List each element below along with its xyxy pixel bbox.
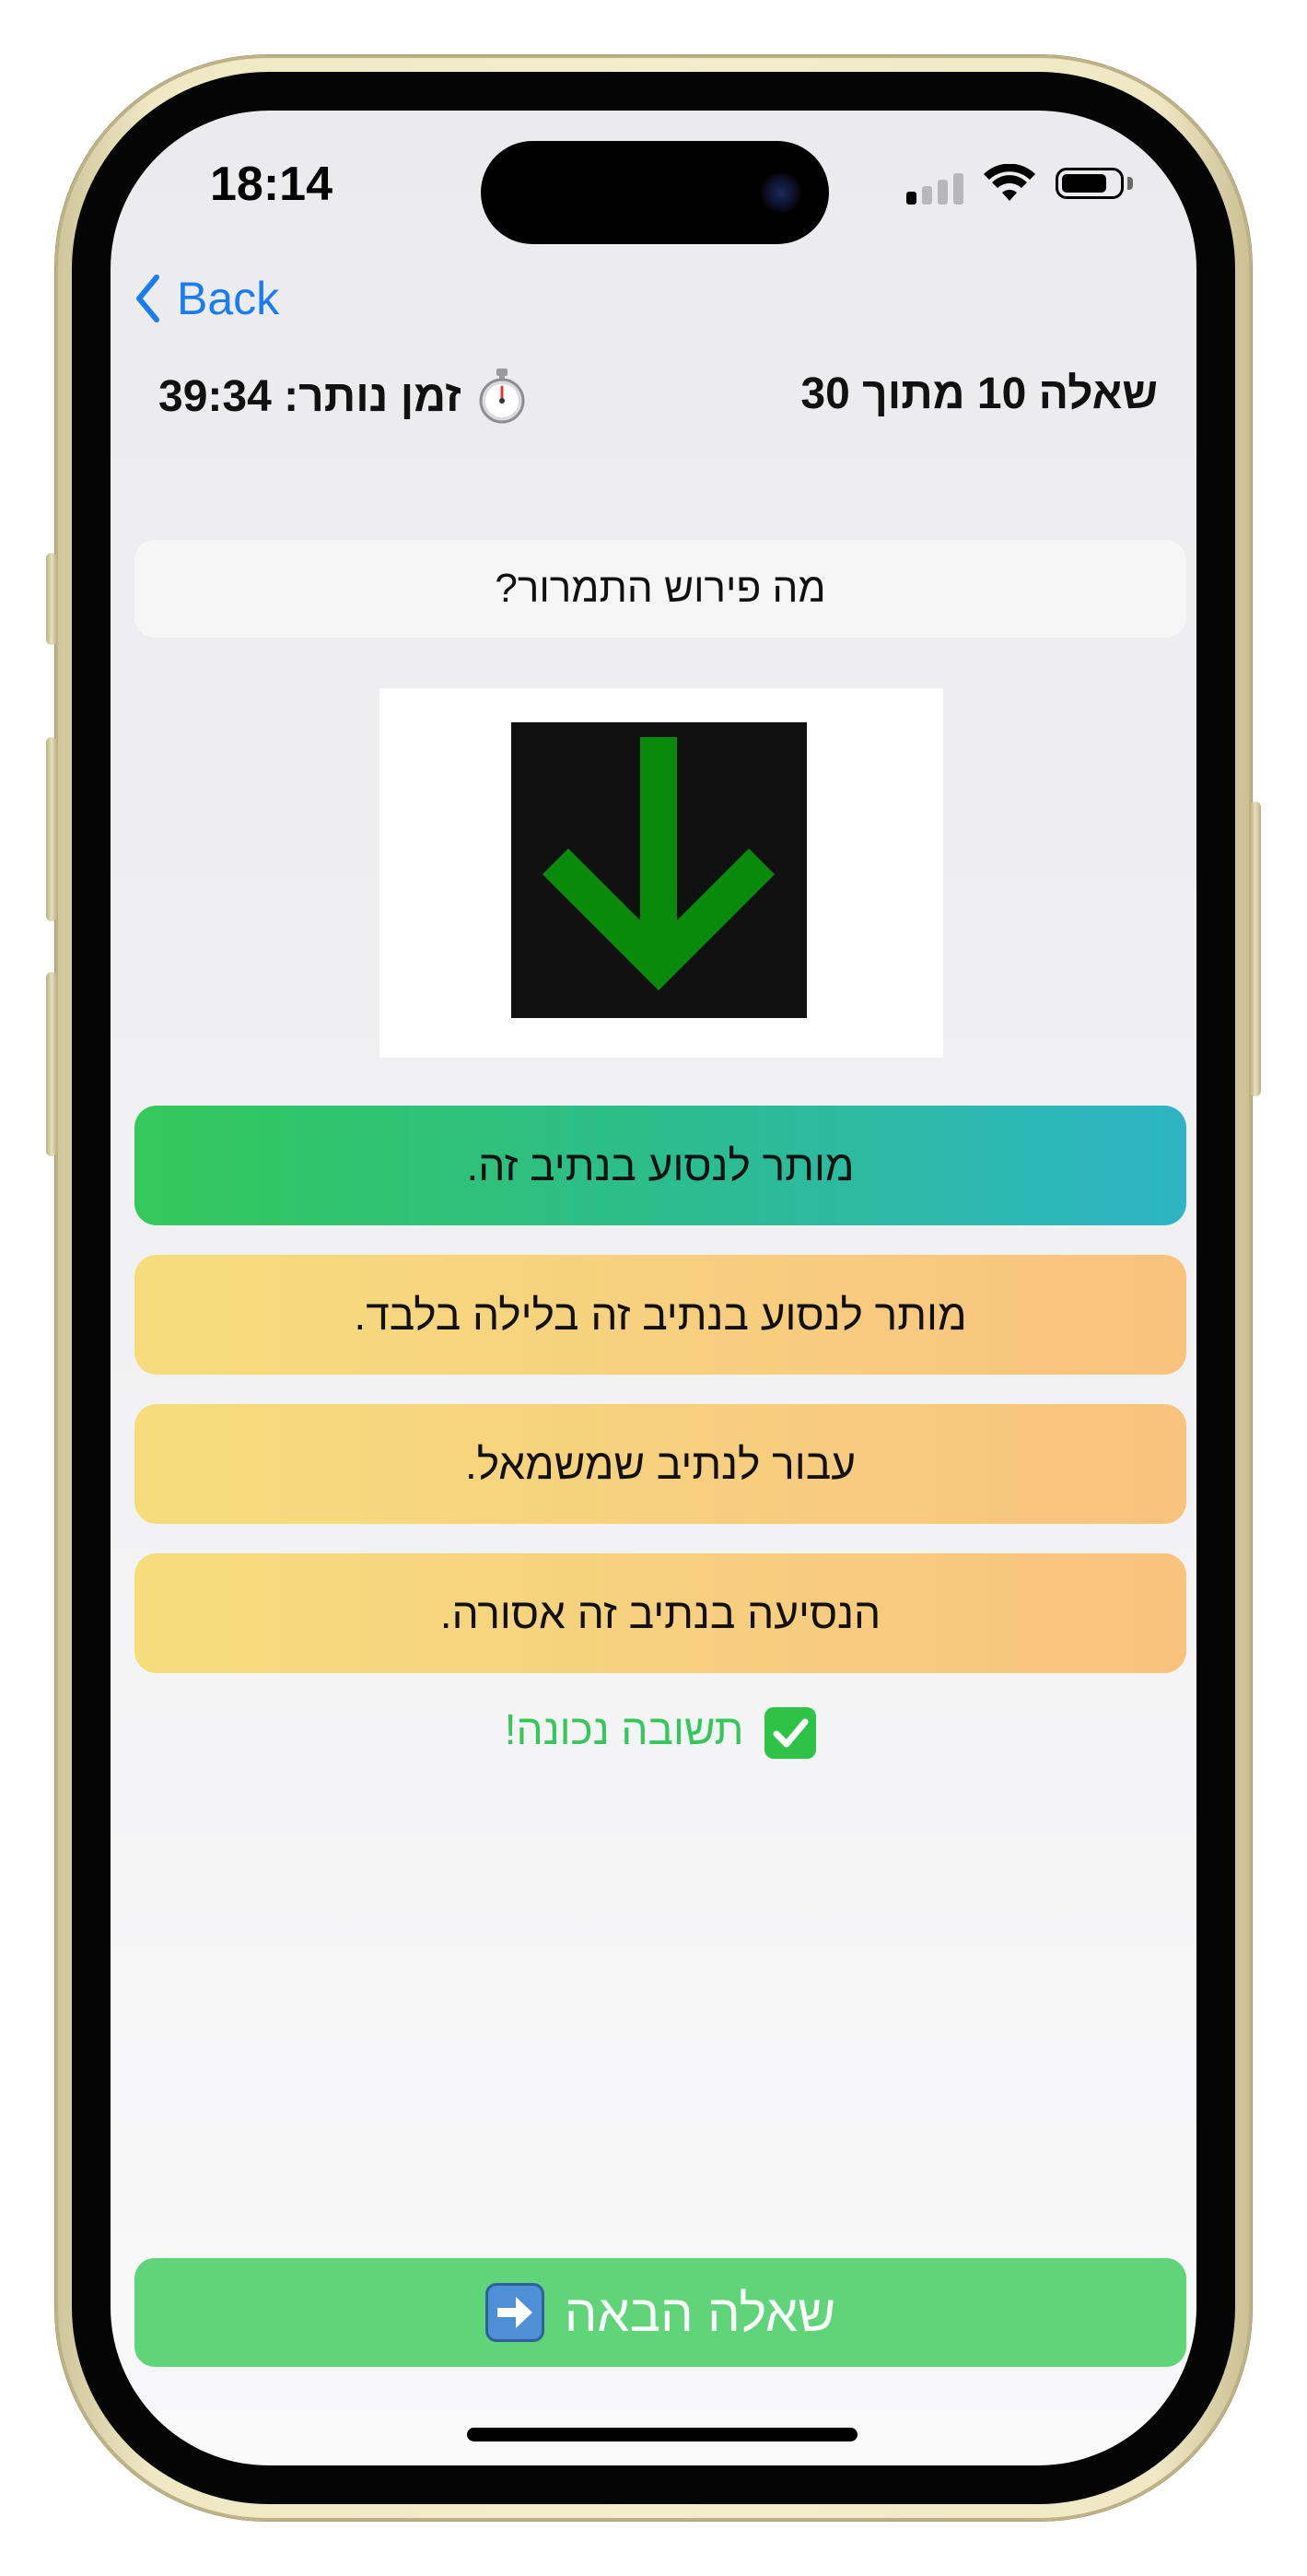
battery-icon [1056, 168, 1124, 199]
next-question-button[interactable]: שאלה הבאה [134, 2258, 1186, 2367]
answer-option-1[interactable]: מותר לנסוע בנתיב זה. [134, 1106, 1186, 1225]
answer-label: מותר לנסוע בנתיב זה. [466, 1142, 855, 1189]
feedback-text: תשובה נכונה! [504, 1705, 744, 1753]
answer-label: עבור לנתיב שמשמאל. [465, 1440, 856, 1488]
power-button [1250, 802, 1261, 1096]
quiz-header: זמן נותר: 39:34 שאלה 10 מתוך 30 [158, 369, 1158, 442]
volume-up-button [46, 737, 57, 921]
status-time: 18:14 [210, 158, 333, 211]
home-indicator [467, 2428, 858, 2441]
timer: זמן נותר: 39:34 [158, 369, 528, 424]
back-button[interactable]: Back [134, 272, 279, 325]
answer-option-2[interactable]: מותר לנסוע בנתיב זה בלילה בלבד. [134, 1255, 1186, 1375]
next-button-label: שאלה הבאה [564, 2283, 836, 2342]
chevron-left-icon [136, 275, 159, 322]
battery-cap [1127, 177, 1133, 190]
right-arrow-icon [484, 2283, 544, 2342]
traffic-sign-image [379, 688, 943, 1058]
app-screen: 18:14 Back זמן נותר: 39:34 שאלה 10 מתוך … [111, 111, 1196, 2465]
answer-feedback: תשובה נכונה! [134, 1704, 1186, 1759]
back-label: Back [177, 273, 280, 324]
answer-option-3[interactable]: עבור לנתיב שמשמאל. [134, 1404, 1186, 1524]
down-arrow-icon [543, 737, 775, 990]
action-button [46, 553, 57, 645]
sign-panel [511, 722, 807, 1018]
question-counter: שאלה 10 מתוך 30 [800, 369, 1158, 418]
cellular-signal-icon [906, 173, 963, 205]
dynamic-island [481, 141, 829, 244]
timer-text: זמן נותר: 39:34 [158, 371, 461, 421]
stopwatch-icon [479, 369, 525, 424]
camera-icon [761, 172, 801, 213]
check-mark-icon [764, 1706, 817, 1759]
answer-label: הנסיעה בנתיב זה אסורה. [439, 1589, 881, 1637]
answer-label: מותר לנסוע בנתיב זה בלילה בלבד. [354, 1291, 967, 1339]
volume-down-button [46, 972, 57, 1156]
question-text: מה פירוש התמרור? [134, 540, 1186, 638]
wifi-icon [984, 164, 1035, 201]
answer-option-4[interactable]: הנסיעה בנתיב זה אסורה. [134, 1553, 1186, 1673]
